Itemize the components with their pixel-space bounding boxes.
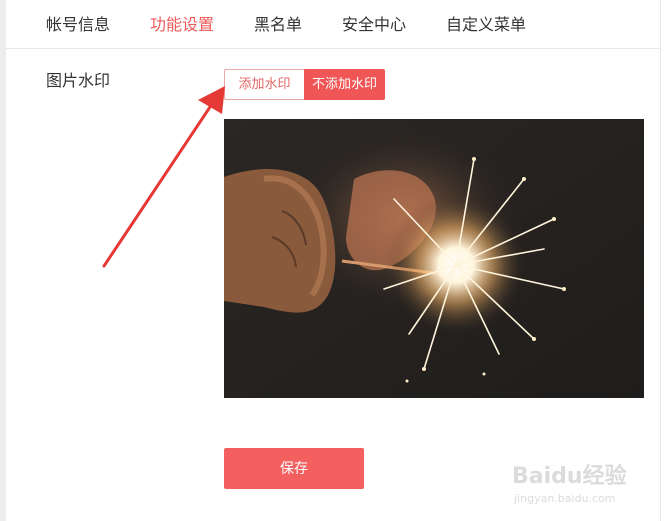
image-watermark-label: 图片水印	[46, 71, 111, 90]
tab-custom-menu[interactable]: 自定义菜单	[446, 14, 526, 36]
tab-function-settings[interactable]: 功能设置	[150, 14, 214, 36]
preview-photo	[224, 119, 644, 398]
watermark-brand: Baidu经验	[512, 464, 627, 489]
left-frame-edge	[0, 0, 6, 521]
right-frame-edge	[660, 0, 661, 521]
watermark-toggle: 添加水印 不添加水印	[224, 69, 385, 100]
tab-account-info[interactable]: 帐号信息	[46, 14, 110, 36]
tab-security-center[interactable]: 安全中心	[342, 14, 406, 36]
save-button[interactable]: 保存	[224, 448, 364, 489]
baidu-jingyan-watermark: Baidu经验 jingyan.baidu.com	[508, 458, 638, 514]
add-watermark-option[interactable]: 添加水印	[224, 69, 304, 100]
no-watermark-option[interactable]: 不添加水印	[304, 69, 385, 100]
tab-blacklist[interactable]: 黑名单	[254, 14, 302, 36]
watermark-site: jingyan.baidu.com	[514, 492, 616, 505]
settings-tab-bar: 帐号信息 功能设置 黑名单 安全中心 自定义菜单	[6, 0, 660, 49]
